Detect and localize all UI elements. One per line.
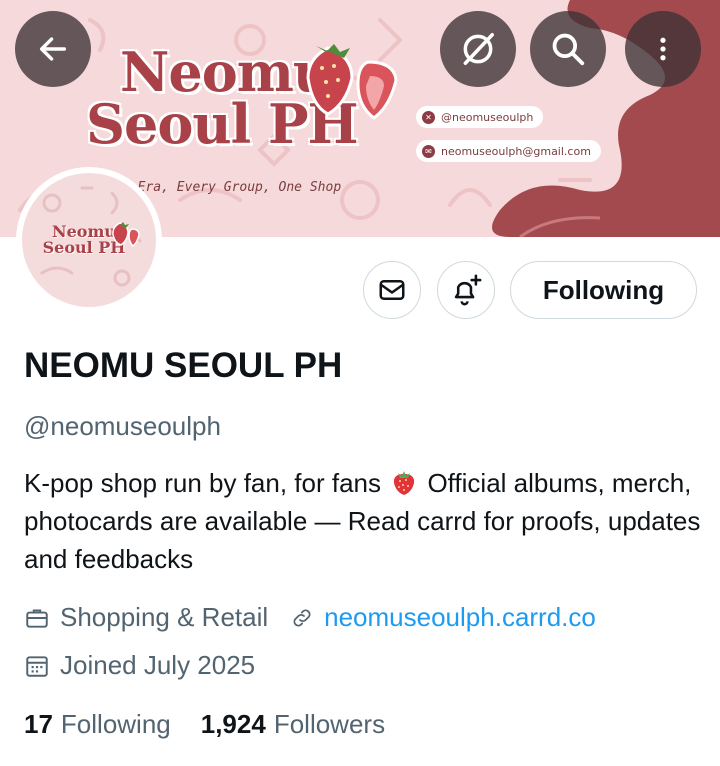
envelope-icon xyxy=(379,280,405,300)
strawberry-icon xyxy=(306,44,398,120)
following-button[interactable]: Following xyxy=(510,261,697,319)
followers-label: Followers xyxy=(273,709,386,739)
arrow-left-icon xyxy=(39,37,67,61)
banner-contact-email: ✉ neomuseoulph@gmail.com xyxy=(416,140,601,162)
more-options-button[interactable] xyxy=(625,11,701,87)
calendar-icon xyxy=(26,655,48,677)
profile-joined: Joined July 2025 xyxy=(24,650,255,681)
following-count-link[interactable]: 17 Following xyxy=(24,709,171,740)
link-icon xyxy=(293,609,311,626)
followers-count-link[interactable]: 1,924 Followers xyxy=(201,709,385,740)
search-button[interactable] xyxy=(530,11,606,87)
avatar[interactable]: Neomu Seoul PH xyxy=(16,167,162,313)
followers-count: 1,924 xyxy=(200,709,266,739)
banner-contact-email-text: neomuseoulph@gmail.com xyxy=(441,144,591,158)
display-name: NEOMU SEOUL PH xyxy=(24,346,343,385)
banner-contact-x-text: @neomuseoulph xyxy=(441,110,534,124)
grok-button[interactable] xyxy=(440,11,516,87)
avatar-image: Neomu Seoul PH xyxy=(22,173,156,307)
grok-icon xyxy=(463,33,494,65)
search-icon xyxy=(552,33,585,66)
profile-category-text: Shopping & Retail xyxy=(60,602,269,632)
profile-meta-row: Shopping & Retail neomuseoulph.carrd.co xyxy=(24,602,618,633)
bell-plus-icon xyxy=(454,274,482,306)
profile-joined-row: Joined July 2025 xyxy=(24,650,277,681)
bio-text-1: K-pop shop run by fan, for fans xyxy=(24,468,381,498)
profile-website-link[interactable]: neomuseoulph.carrd.co xyxy=(324,602,596,633)
strawberry-icon xyxy=(112,222,140,247)
profile-stats: 17 Following 1,924 Followers xyxy=(24,709,385,740)
message-button[interactable] xyxy=(363,261,421,319)
banner-contact-x: ✕ @neomuseoulph xyxy=(416,106,544,128)
strawberry-emoji-icon xyxy=(394,471,415,495)
profile-joined-text: Joined July 2025 xyxy=(60,650,256,680)
x-logo-icon: ✕ xyxy=(422,110,435,124)
notifications-button[interactable] xyxy=(437,261,495,319)
profile-bio: K-pop shop run by fan, for fans Official… xyxy=(24,464,704,578)
profile-handle: @neomuseoulph xyxy=(24,411,221,441)
profile-category: Shopping & Retail xyxy=(24,602,268,633)
back-button[interactable] xyxy=(15,11,91,87)
profile-website[interactable]: neomuseoulph.carrd.co xyxy=(290,602,596,633)
mail-icon: ✉ xyxy=(422,144,435,158)
briefcase-icon xyxy=(26,608,48,628)
following-label: Following xyxy=(60,709,171,739)
more-vertical-icon xyxy=(660,37,666,61)
following-count: 17 xyxy=(24,709,53,739)
